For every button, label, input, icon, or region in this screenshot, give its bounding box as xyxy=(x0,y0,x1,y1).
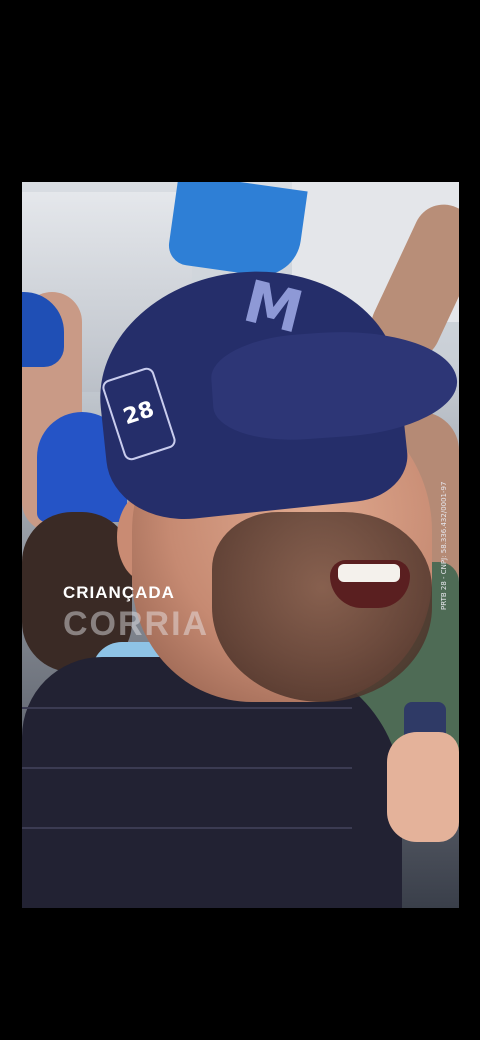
video-frame: M 28 xyxy=(22,182,459,908)
jacket-stitch xyxy=(22,827,352,829)
caption-line-1: CRIANÇADA xyxy=(63,583,175,602)
jacket-stitch xyxy=(22,767,352,769)
beard xyxy=(212,512,432,702)
teeth xyxy=(338,564,400,582)
hand-holding-microphone xyxy=(387,732,459,842)
jacket-stitch xyxy=(22,707,352,709)
legal-disclaimer: PRTB 28 - CNPJ: 58.336.432/0001-97 xyxy=(440,481,448,610)
caption-line-2: CORRIA xyxy=(63,605,210,643)
